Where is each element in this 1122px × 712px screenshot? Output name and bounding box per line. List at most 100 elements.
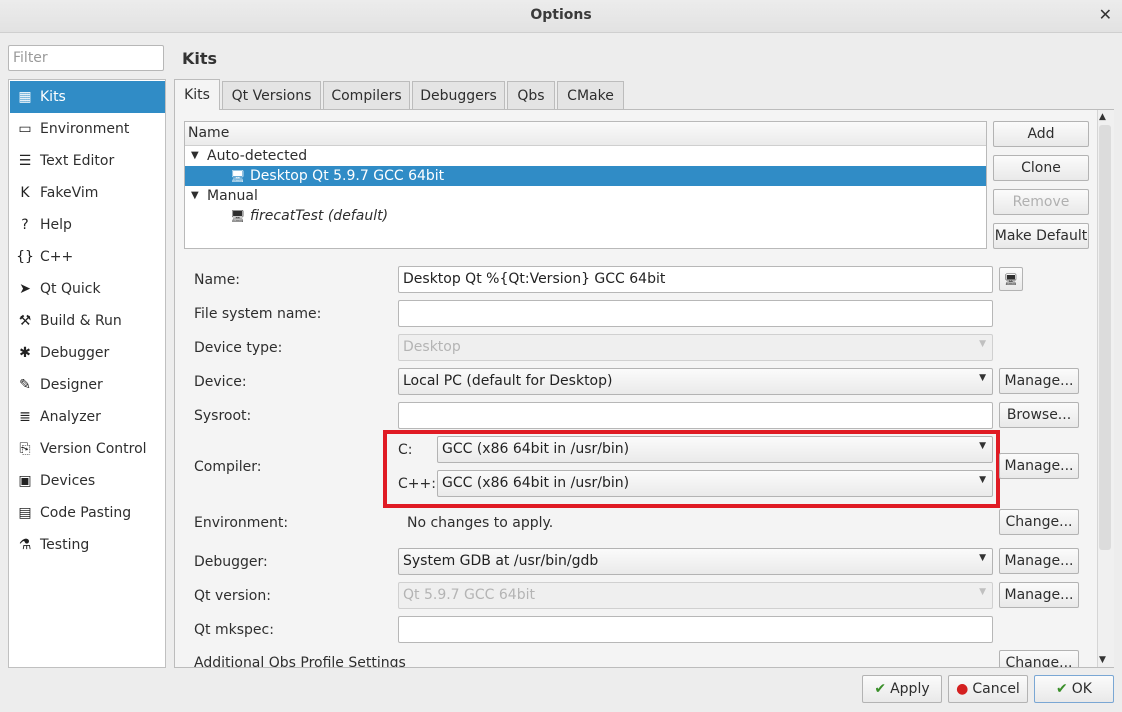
tab-compilers[interactable]: Compilers	[323, 81, 410, 109]
sysroot-label: Sysroot:	[194, 408, 252, 424]
qt-mkspec-label: Qt mkspec:	[194, 622, 274, 638]
sidebar-item-code-pasting[interactable]: ▤ Code Pasting	[10, 497, 165, 529]
tree-item-label: firecatTest (default)	[250, 208, 389, 224]
fs-name-field[interactable]	[398, 300, 993, 327]
version-control-icon: ⎘	[19, 441, 31, 457]
tree-group-manual[interactable]: ▼ Manual	[185, 186, 986, 206]
compiler-manage-button[interactable]: Manage...	[999, 453, 1079, 479]
tree-item-firecat-kit[interactable]: 🖥 firecatTest (default)	[185, 206, 986, 226]
sidebar-item-fakevim[interactable]: K FakeVim	[10, 177, 165, 209]
qt-mkspec-field[interactable]	[398, 616, 993, 643]
clone-button[interactable]: Clone	[993, 155, 1089, 181]
sidebar-item-label: Devices	[40, 473, 96, 489]
expand-arrow-icon[interactable]: ▼	[191, 146, 199, 166]
braces-icon: {}	[16, 249, 34, 265]
environment-change-button[interactable]: Change...	[999, 509, 1079, 535]
tree-group-label: Auto-detected	[207, 148, 308, 164]
sidebar-item-designer[interactable]: ✎ Designer	[10, 369, 165, 401]
close-icon[interactable]: ✕	[1099, 5, 1112, 24]
sidebar-item-build-run[interactable]: ⚒ Build & Run	[10, 305, 165, 337]
sysroot-field[interactable]	[398, 402, 993, 429]
options-sidebar: ▦ Kits ▭ Environment ☰ Text Editor K Fak…	[8, 79, 166, 668]
pencil-icon: ✎	[19, 377, 31, 393]
tree-item-desktop-kit[interactable]: 🖥 Desktop Qt 5.9.7 GCC 64bit	[185, 166, 986, 186]
debugger-select[interactable]: System GDB at /usr/bin/gdb ▼	[398, 548, 993, 575]
sidebar-item-environment[interactable]: ▭ Environment	[10, 113, 165, 145]
analyzer-icon: ≣	[19, 409, 31, 425]
tab-kits[interactable]: Kits	[174, 79, 220, 110]
environment-value: No changes to apply.	[407, 515, 554, 531]
sidebar-item-testing[interactable]: ⚗ Testing	[10, 529, 165, 561]
window-title: Options	[530, 7, 592, 23]
cancel-icon: ●	[956, 681, 969, 697]
add-button[interactable]: Add	[993, 121, 1089, 147]
device-manage-button[interactable]: Manage...	[999, 368, 1079, 394]
tab-qt-versions[interactable]: Qt Versions	[222, 81, 321, 109]
sidebar-item-help[interactable]: ? Help	[10, 209, 165, 241]
device-type-value: Desktop	[403, 339, 461, 355]
sidebar-item-text-editor[interactable]: ☰ Text Editor	[10, 145, 165, 177]
device-type-select[interactable]: Desktop ▼	[398, 334, 993, 361]
tree-group-auto-detected[interactable]: ▼ Auto-detected	[185, 146, 986, 166]
device-icon-button[interactable]: 🖥	[999, 267, 1023, 291]
sidebar-item-cpp[interactable]: {} C++	[10, 241, 165, 273]
sidebar-item-label: Debugger	[40, 345, 110, 361]
sidebar-item-label: Kits	[40, 89, 66, 105]
name-field[interactable]: Desktop Qt %{Qt:Version} GCC 64bit	[398, 266, 993, 293]
bug-icon: ✱	[19, 345, 31, 361]
sidebar-item-debugger[interactable]: ✱ Debugger	[10, 337, 165, 369]
clipped-row: Additional Qbs Profile Settings Change..…	[174, 649, 1096, 667]
device-type-label: Device type:	[194, 340, 283, 356]
monitor-icon: ▭	[18, 121, 32, 137]
sidebar-item-analyzer[interactable]: ≣ Analyzer	[10, 401, 165, 433]
tree-item-label: Desktop Qt 5.9.7 GCC 64bit	[250, 168, 445, 184]
make-default-button[interactable]: Make Default	[993, 223, 1089, 249]
sidebar-item-kits[interactable]: ▦ Kits	[10, 81, 165, 113]
cancel-button[interactable]: ● Cancel	[948, 675, 1028, 703]
scroll-down-icon[interactable]: ▼	[1099, 655, 1106, 665]
sidebar-item-label: Designer	[40, 377, 103, 393]
sidebar-item-label: C++	[40, 249, 74, 265]
chevron-down-icon: ▼	[979, 373, 986, 383]
testing-icon: ⚗	[18, 537, 32, 553]
page-title: Kits	[182, 49, 218, 68]
qbs-change-button[interactable]: Change...	[999, 650, 1079, 667]
qt-version-value: Qt 5.9.7 GCC 64bit	[403, 587, 535, 603]
qt-version-manage-button[interactable]: Manage...	[999, 582, 1079, 608]
sidebar-item-label: Build & Run	[40, 313, 122, 329]
checkmark-icon: ✔	[874, 681, 887, 697]
sidebar-item-version-control[interactable]: ⎘ Version Control	[10, 433, 165, 465]
tab-debuggers[interactable]: Debuggers	[412, 81, 505, 109]
expand-arrow-icon[interactable]: ▼	[191, 186, 199, 206]
apply-label: Apply	[890, 681, 930, 697]
scroll-up-icon[interactable]: ▲	[1099, 112, 1106, 122]
qt-version-select[interactable]: Qt 5.9.7 GCC 64bit ▼	[398, 582, 993, 609]
sidebar-item-qt-quick[interactable]: ➤ Qt Quick	[10, 273, 165, 305]
scrollbar-thumb[interactable]	[1099, 125, 1111, 550]
sidebar-item-label: Code Pasting	[40, 505, 132, 521]
tab-cmake[interactable]: CMake	[557, 81, 624, 109]
apply-button[interactable]: ✔ Apply	[862, 675, 942, 703]
browse-button[interactable]: Browse...	[999, 402, 1079, 428]
sidebar-item-label: Environment	[40, 121, 130, 137]
sidebar-item-devices[interactable]: ▣ Devices	[10, 465, 165, 497]
remove-button[interactable]: Remove	[993, 189, 1089, 215]
sidebar-item-label: FakeVim	[40, 185, 99, 201]
help-icon: ?	[21, 217, 29, 233]
ok-label: OK	[1071, 681, 1092, 697]
qt-version-label: Qt version:	[194, 588, 271, 604]
filter-input[interactable]	[8, 45, 164, 71]
ok-button[interactable]: ✔ OK	[1034, 675, 1114, 703]
device-select[interactable]: Local PC (default for Desktop) ▼	[398, 368, 993, 395]
fs-name-label: File system name:	[194, 306, 322, 322]
chevron-down-icon: ▼	[979, 553, 986, 563]
compiler-highlight-box	[383, 430, 1000, 508]
sidebar-item-label: Version Control	[40, 441, 147, 457]
compiler-label: Compiler:	[194, 459, 262, 475]
kits-icon: ▦	[18, 89, 32, 105]
debugger-manage-button[interactable]: Manage...	[999, 548, 1079, 574]
tab-qbs[interactable]: Qbs	[507, 81, 555, 109]
tree-header-name[interactable]: Name	[185, 122, 986, 146]
name-label: Name:	[194, 272, 241, 288]
sidebar-item-label: Help	[40, 217, 72, 233]
